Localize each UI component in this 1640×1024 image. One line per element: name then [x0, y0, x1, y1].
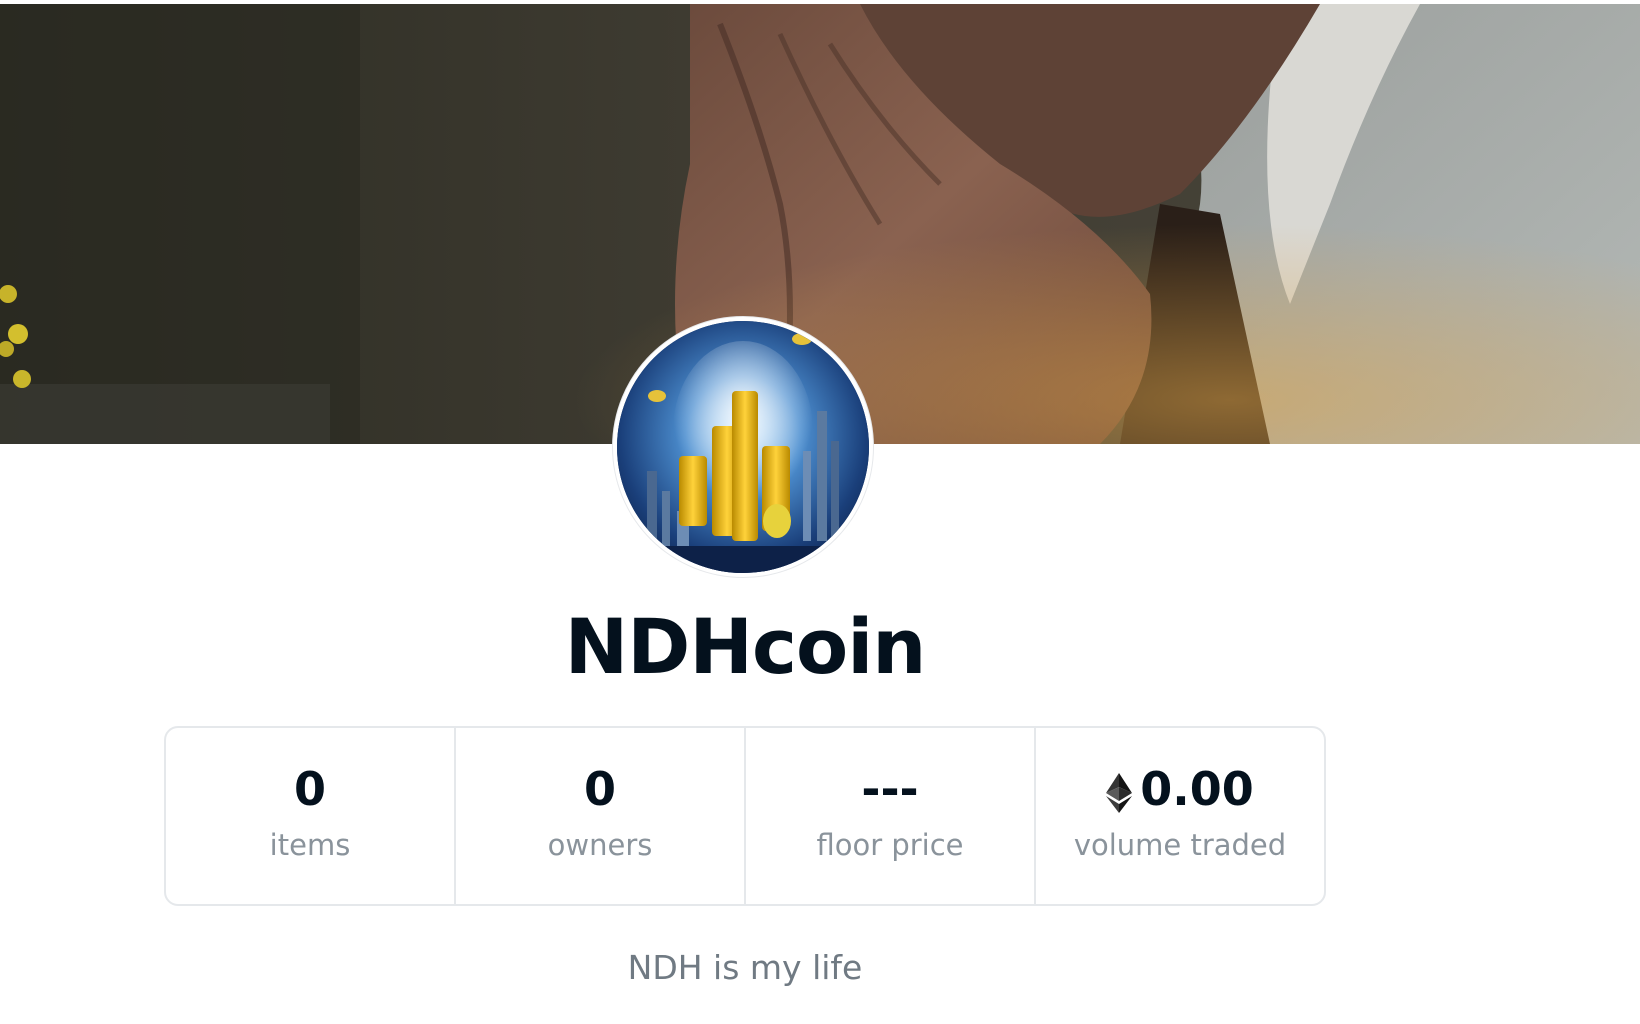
collection-page: NDHcoin 0 items 0 owners --- floor price	[0, 0, 1640, 1024]
stat-value: 0	[583, 762, 616, 816]
stat-label: owners	[547, 828, 653, 862]
collection-title: NDHcoin	[564, 602, 927, 691]
stat-volume-traded[interactable]: 0.00 volume traded	[1036, 728, 1324, 904]
collection-description: NDH is my life	[627, 948, 863, 987]
stat-value: 0.00	[1140, 762, 1254, 816]
stat-value: 0	[293, 762, 326, 816]
eth-icon	[1106, 769, 1133, 813]
stat-label: volume traded	[1073, 828, 1287, 862]
stat-label: floor price	[816, 828, 964, 862]
stat-value-volume: 0.00	[1106, 761, 1254, 817]
stat-label: items	[269, 828, 351, 862]
stat-owners[interactable]: 0 owners	[456, 728, 746, 904]
stats-panel: 0 items 0 owners --- floor price 0.00 vo…	[164, 726, 1326, 906]
stat-floor-price[interactable]: --- floor price	[746, 728, 1036, 904]
stat-items[interactable]: 0 items	[166, 728, 456, 904]
collection-avatar	[613, 317, 873, 577]
stat-value: ---	[861, 762, 919, 816]
